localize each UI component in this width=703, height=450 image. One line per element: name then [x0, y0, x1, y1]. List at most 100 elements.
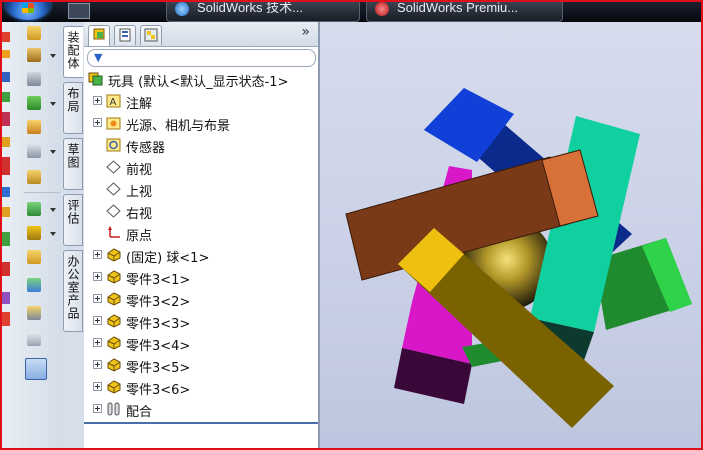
command-manager-tabs: 装配体 布局 草图 评估 办公室产品 — [62, 22, 85, 448]
tab-office-products[interactable]: 办公室产品 — [63, 250, 83, 332]
tab-label: 办公室产品 — [66, 255, 80, 320]
tree-item-label: 传感器 — [126, 141, 166, 156]
windows-logo-icon — [22, 3, 34, 13]
bill-of-materials-icon[interactable] — [27, 278, 41, 292]
expand-panel-icon[interactable]: » — [301, 24, 310, 40]
tree-item-label: 零件3<4> — [126, 339, 191, 354]
insert-component-icon[interactable] — [27, 26, 41, 40]
taskbar-button-solidworks[interactable]: SolidWorks Premiu... — [366, 2, 563, 22]
part-icon — [107, 380, 121, 394]
tab-label: 布局 — [66, 87, 80, 113]
expand-toggle[interactable] — [93, 316, 102, 325]
rollback-bar[interactable] — [84, 422, 318, 424]
explode-line-sketch-icon[interactable] — [27, 332, 41, 346]
feature-manager-panel: » ▼ 玩具 (默认<默认_显示状态-1> A 注解 光源、相机与布景 传感器 … — [84, 22, 320, 448]
tree-item-ball[interactable]: (固定) 球<1> — [84, 245, 316, 266]
tab-feature-manager[interactable] — [88, 25, 110, 46]
tab-label: 评估 — [66, 199, 80, 225]
expand-toggle[interactable] — [93, 338, 102, 347]
plane-icon — [106, 182, 121, 196]
tree-item-part[interactable]: 零件3<1> — [84, 267, 316, 288]
instant3d-icon[interactable] — [25, 358, 47, 380]
lights-cameras-icon — [106, 117, 121, 130]
tree-item-label: 零件3<6> — [126, 383, 191, 398]
reference-geometry-icon[interactable] — [27, 226, 41, 240]
expand-toggle[interactable] — [93, 404, 102, 413]
tab-layout[interactable]: 布局 — [63, 82, 83, 134]
taskbar: SolidWorks 技术... SolidWorks Premiu... — [2, 2, 701, 22]
filter-icon: ▼ — [94, 51, 103, 64]
tree-item-part[interactable]: 零件3<6> — [84, 377, 316, 398]
expand-toggle[interactable] — [93, 250, 102, 259]
paperclip-icon[interactable] — [27, 72, 41, 86]
browser-icon — [175, 2, 189, 16]
chevron-down-icon[interactable] — [50, 54, 56, 58]
tree-item-label: 零件3<2> — [126, 295, 191, 310]
expand-toggle[interactable] — [93, 382, 102, 391]
toolbar-separator — [24, 192, 60, 193]
part-icon — [107, 358, 121, 372]
tree-item-part[interactable]: 零件3<5> — [84, 355, 316, 376]
expand-toggle[interactable] — [93, 360, 102, 369]
part-icon — [107, 248, 121, 262]
expand-toggle[interactable] — [93, 272, 102, 281]
exploded-view-icon[interactable] — [27, 306, 41, 320]
tree-item-part[interactable]: 零件3<2> — [84, 289, 316, 310]
expand-toggle[interactable] — [93, 96, 102, 105]
tree-item-part[interactable]: 零件3<3> — [84, 311, 316, 332]
filter-field[interactable]: ▼ — [87, 49, 316, 67]
svg-text:A: A — [110, 97, 117, 108]
solidworks-icon — [375, 2, 389, 16]
graphics-viewport[interactable] — [320, 22, 701, 448]
annotation-icon: A — [106, 94, 121, 108]
chevron-down-icon[interactable] — [50, 150, 56, 154]
chevron-down-icon[interactable] — [50, 102, 56, 106]
tree-root[interactable]: 玩具 (默认<默认_显示状态-1> — [86, 69, 318, 90]
start-button[interactable] — [6, 2, 50, 20]
part-icon — [107, 270, 121, 284]
window-frame: SolidWorks 技术... SolidWorks Premiu... 装配… — [0, 0, 703, 450]
panel-tabs: » — [84, 22, 318, 47]
tree-item-label: 右视 — [126, 207, 153, 222]
tree-item-part[interactable]: 零件3<4> — [84, 333, 316, 354]
command-toolbar — [2, 22, 63, 448]
tree-item-right-plane[interactable]: 右视 — [84, 201, 316, 222]
tree-item-annotations[interactable]: A 注解 — [84, 91, 316, 112]
mate-icon[interactable] — [27, 48, 41, 62]
show-hidden-icon[interactable] — [27, 170, 41, 184]
assembly-icon — [88, 72, 103, 86]
tree-item-top-plane[interactable]: 上视 — [84, 179, 316, 200]
part-icon — [107, 314, 121, 328]
taskbar-button-label: SolidWorks Premiu... — [397, 2, 519, 15]
tree-item-label: 零件3<3> — [126, 317, 191, 332]
chevron-down-icon[interactable] — [50, 232, 56, 236]
tab-property-manager[interactable] — [114, 25, 136, 45]
assembly-features-icon[interactable] — [27, 202, 41, 216]
part-icon — [107, 292, 121, 306]
tab-evaluate[interactable]: 评估 — [63, 194, 83, 246]
move-component-icon[interactable] — [27, 144, 41, 158]
plane-icon — [106, 204, 121, 218]
tab-label: 装配体 — [66, 31, 80, 70]
tab-sketch[interactable]: 草图 — [63, 138, 83, 190]
tree-item-lights[interactable]: 光源、相机与布景 — [84, 113, 316, 134]
tab-assembly[interactable]: 装配体 — [63, 26, 83, 78]
tree-item-front-plane[interactable]: 前视 — [84, 157, 316, 178]
configuration-manager-icon — [144, 28, 158, 42]
smart-fasteners-icon[interactable] — [27, 120, 41, 134]
tree-item-label: 原点 — [126, 229, 153, 244]
tree-item-sensors[interactable]: 传感器 — [84, 135, 316, 156]
tree-item-mates[interactable]: 配合 — [84, 399, 316, 420]
linear-pattern-icon[interactable] — [27, 96, 41, 110]
expand-toggle[interactable] — [93, 118, 102, 127]
plane-icon — [106, 160, 121, 174]
expand-toggle[interactable] — [93, 294, 102, 303]
chevron-down-icon[interactable] — [50, 208, 56, 212]
tab-configuration-manager[interactable] — [140, 25, 162, 45]
origin-icon — [108, 226, 120, 238]
show-desktop-icon[interactable] — [68, 3, 90, 19]
new-motion-study-icon[interactable] — [27, 250, 41, 264]
taskbar-button-browser[interactable]: SolidWorks 技术... — [166, 2, 360, 22]
tree-item-origin[interactable]: 原点 — [84, 223, 316, 244]
assembly-model — [345, 88, 692, 428]
